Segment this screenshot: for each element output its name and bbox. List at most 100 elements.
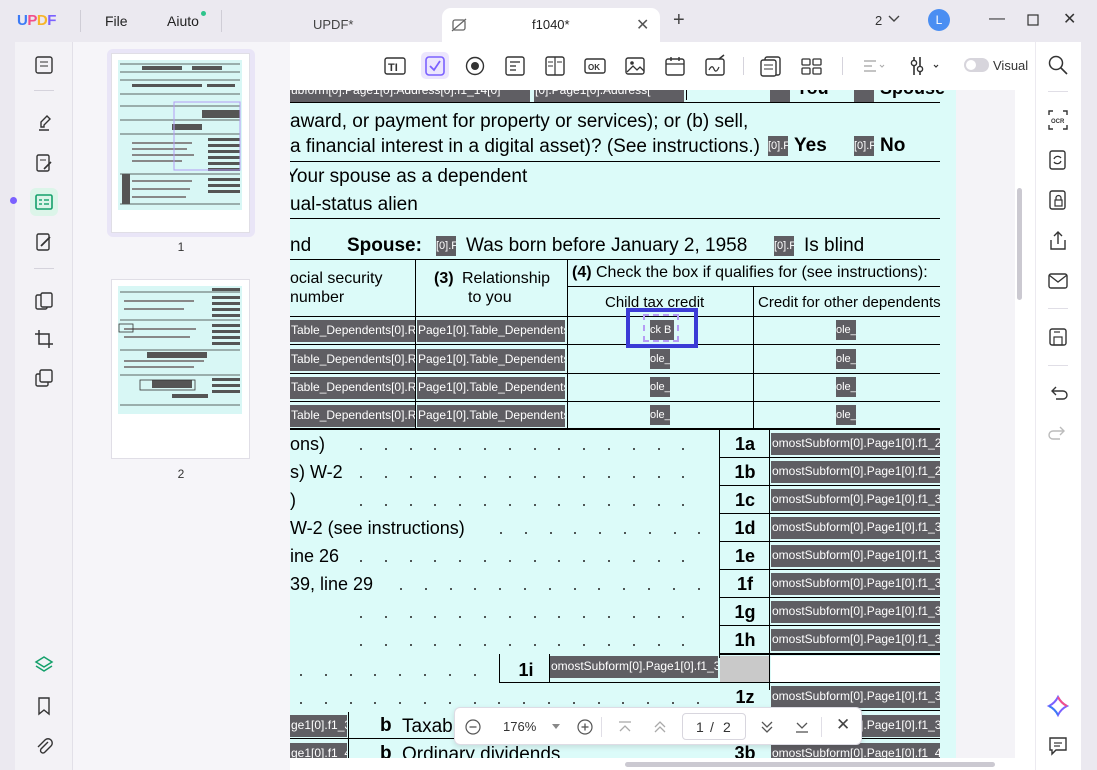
radio-button-icon[interactable]	[464, 55, 486, 77]
list-box-icon[interactable]	[544, 55, 566, 77]
dependent-ssn-field[interactable]: Table_Dependents[0].Ro	[290, 349, 415, 371]
undo-icon[interactable]	[1047, 383, 1069, 405]
dependent-relationship-field[interactable]: Page1[0].Table_Dependents	[417, 349, 565, 371]
selection-handles[interactable]	[643, 314, 679, 342]
dependent-relationship-field[interactable]: Page1[0].Table_Dependents	[417, 377, 565, 399]
tab-updf[interactable]: UPDF*	[240, 8, 440, 42]
menu-file[interactable]: File	[105, 13, 128, 29]
form-field-1i[interactable]: omostSubform[0].Page1[0].f1_36	[550, 656, 718, 678]
close-zoom-bar-icon[interactable]: ✕	[836, 715, 850, 735]
layers-icon[interactable]	[34, 655, 54, 675]
form-icon[interactable]	[34, 192, 54, 212]
dependent-other-checkbox[interactable]: ole_	[836, 405, 856, 425]
zoom-dropdown-icon[interactable]	[552, 724, 560, 730]
comment-icon[interactable]	[1047, 735, 1069, 757]
email-icon[interactable]	[1047, 270, 1069, 292]
text-field-icon[interactable]: TI	[384, 55, 406, 77]
dependent-child-checkbox[interactable]: ole_	[650, 349, 670, 369]
vertical-scrollbar[interactable]	[1017, 188, 1022, 300]
zoom-in-icon[interactable]	[577, 719, 593, 735]
form-field[interactable]: ge1[0].f1_40	[290, 743, 347, 758]
form-recognition-icon[interactable]	[760, 55, 782, 77]
income-field[interactable]: omostSubform[0].Page1[0].f1_28	[771, 433, 940, 455]
attachment-icon[interactable]	[34, 736, 54, 756]
avatar[interactable]: L	[928, 9, 950, 31]
tab-close-icon[interactable]: ✕	[636, 15, 649, 35]
form-field[interactable]: ge1[0].f1_38	[290, 715, 347, 737]
dependent-relationship-field[interactable]: Page1[0].Table_Dependents	[417, 405, 565, 427]
income-field[interactable]: omostSubform[0].Page1[0].f1_32	[771, 545, 940, 567]
protect-icon[interactable]	[1047, 189, 1069, 211]
checkbox-field[interactable]	[854, 90, 874, 102]
date-field-icon[interactable]	[664, 55, 686, 77]
dependent-other-checkbox[interactable]: ole_	[836, 320, 856, 340]
bookmark-icon[interactable]	[34, 696, 54, 716]
grid-layout-icon[interactable]	[800, 55, 822, 77]
new-tab-icon[interactable]: +	[673, 9, 685, 32]
form-field[interactable]: omostSubform[0].Page1[0].f1_41	[771, 743, 940, 758]
visual-toggle[interactable]	[964, 58, 989, 72]
thumbnail-page-1[interactable]	[111, 53, 250, 233]
dependent-ssn-field[interactable]: Table_Dependents[0].Ro	[290, 405, 415, 427]
save-icon[interactable]	[1047, 326, 1069, 348]
income-field[interactable]: omostSubform[0].Page1[0].f1_29	[771, 461, 940, 483]
edit-pdf-icon[interactable]	[34, 153, 54, 173]
dependent-other-checkbox[interactable]: ole_	[836, 377, 856, 397]
income-field[interactable]: omostSubform[0].Page1[0].f1_30	[771, 489, 940, 511]
last-page-icon[interactable]	[795, 720, 809, 734]
minimize-icon[interactable]: —	[989, 10, 1005, 28]
dependent-ssn-field[interactable]: Table_Dependents[0].Ro	[290, 377, 415, 399]
checkbox-yes[interactable]: [0].F	[768, 136, 788, 156]
chevron-down-icon[interactable]	[888, 15, 900, 23]
income-field[interactable]: omostSubform[0].Page1[0].f1_35	[771, 629, 940, 651]
page-number-input[interactable]: 1 / 2	[682, 713, 746, 740]
dependent-child-checkbox[interactable]: ole_	[650, 405, 670, 425]
next-page-icon[interactable]	[760, 720, 774, 734]
dependent-relationship-field[interactable]: Page1[0].Table_Dependents	[417, 320, 565, 342]
checkbox-blind[interactable]: [0].F	[774, 236, 794, 256]
form-field[interactable]: [0].Page1[0].Address[	[534, 90, 684, 102]
crop-icon[interactable]	[34, 329, 54, 349]
align-dropdown-icon[interactable]	[862, 55, 885, 77]
checkbox-tool-icon[interactable]	[424, 55, 446, 77]
checkbox-field[interactable]	[770, 90, 790, 102]
dependent-ssn-field[interactable]: Table_Dependents[0].Ro	[290, 320, 415, 342]
horizontal-scrollbar[interactable]	[625, 762, 995, 767]
dropdown-field-icon[interactable]	[504, 55, 526, 77]
highlighter-icon[interactable]	[34, 113, 54, 133]
form-field-1z[interactable]: omostSubform[0].Page1[0].f1_37	[771, 686, 940, 708]
tab-f1040[interactable]: f1040* ✕	[442, 8, 660, 42]
organize-pages-icon[interactable]	[34, 291, 54, 311]
dependent-other-checkbox[interactable]: ole_	[836, 349, 856, 369]
zoom-out-icon[interactable]	[465, 719, 481, 735]
income-field[interactable]: omostSubform[0].Page1[0].f1_34	[771, 601, 940, 623]
ai-assistant-icon[interactable]	[1046, 694, 1070, 718]
tools-icon[interactable]	[34, 368, 54, 388]
image-field-icon[interactable]	[624, 55, 646, 77]
share-icon[interactable]	[1047, 230, 1069, 252]
dependent-child-checkbox[interactable]: ole_	[650, 377, 670, 397]
close-icon[interactable]: ✕	[1063, 9, 1076, 29]
redo-icon[interactable]	[1047, 423, 1069, 445]
form-field[interactable]: ubform[0].Page1[0].Address[0].f1_14[0]	[290, 90, 530, 102]
convert-icon[interactable]	[1047, 149, 1069, 171]
properties-tools-icon[interactable]	[910, 55, 939, 77]
checkbox-no[interactable]: [0].F	[854, 136, 874, 156]
first-page-icon[interactable]	[618, 720, 632, 734]
income-field[interactable]: omostSubform[0].Page1[0].f1_33	[771, 573, 940, 595]
zoom-level[interactable]: 176%	[503, 719, 536, 734]
thumbnail-page-2[interactable]	[111, 279, 250, 459]
maximize-icon[interactable]	[1027, 14, 1039, 26]
previous-page-icon[interactable]	[653, 720, 667, 734]
reader-icon[interactable]	[34, 55, 54, 75]
window-count[interactable]: 2	[875, 13, 882, 28]
menu-help[interactable]: Aiuto	[167, 13, 199, 29]
fill-sign-icon[interactable]	[34, 232, 54, 252]
signature-field-icon[interactable]	[704, 54, 726, 77]
income-field[interactable]: omostSubform[0].Page1[0].f1_31	[771, 517, 940, 539]
panel-handle[interactable]	[10, 197, 17, 204]
checkbox-born-before[interactable]: [0].F	[436, 236, 456, 256]
ocr-icon[interactable]: OCR	[1047, 109, 1069, 131]
search-icon[interactable]	[1047, 54, 1069, 76]
button-field-icon[interactable]: OK	[584, 55, 606, 77]
